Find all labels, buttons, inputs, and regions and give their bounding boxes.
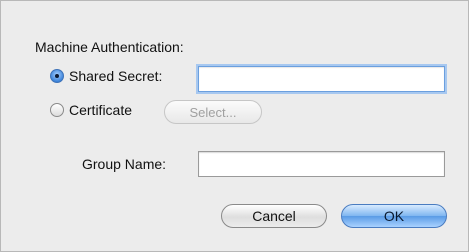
shared-secret-option[interactable]: Shared Secret: xyxy=(50,68,162,84)
certificate-option[interactable]: Certificate xyxy=(50,102,132,118)
cancel-button[interactable]: Cancel xyxy=(221,204,327,228)
group-name-input[interactable] xyxy=(198,151,445,177)
shared-secret-input[interactable] xyxy=(198,66,445,92)
select-certificate-button[interactable]: Select... xyxy=(164,100,262,124)
shared-secret-label[interactable]: Shared Secret: xyxy=(69,68,162,84)
machine-authentication-dialog: Machine Authentication: Shared Secret: C… xyxy=(0,0,469,252)
certificate-label[interactable]: Certificate xyxy=(69,102,132,118)
section-title: Machine Authentication: xyxy=(35,39,184,55)
group-name-label: Group Name: xyxy=(82,156,167,172)
ok-button[interactable]: OK xyxy=(341,204,447,228)
shared-secret-radio[interactable] xyxy=(50,69,64,83)
certificate-radio[interactable] xyxy=(50,103,64,117)
